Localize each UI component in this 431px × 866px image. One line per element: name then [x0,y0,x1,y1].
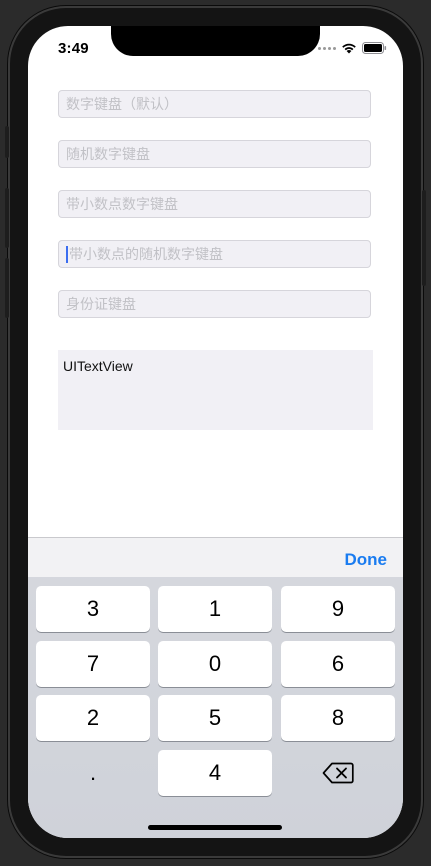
backspace-icon [322,762,354,784]
mute-switch [5,126,9,158]
key-9[interactable]: 9 [281,586,395,632]
key-6[interactable]: 6 [281,641,395,687]
volume-up-button [5,188,9,248]
field-placeholder: 随机数字键盘 [66,146,150,162]
key-7[interactable]: 7 [36,641,150,687]
status-time: 3:49 [58,40,89,57]
random-number-pad-field[interactable]: 随机数字键盘 [58,140,371,168]
field-placeholder: 身份证键盘 [66,296,136,312]
number-pad-default-field[interactable]: 数字键盘（默认） [58,90,371,118]
done-button[interactable]: Done [345,550,388,570]
decimal-pad-field[interactable]: 带小数点数字键盘 [58,190,371,218]
wifi-icon [342,43,356,54]
id-card-keyboard-field[interactable]: 身份证键盘 [58,290,371,318]
key-1[interactable]: 1 [158,586,272,632]
volume-down-button [5,258,9,318]
screen: 3:49 数字键盘（默认） 随机数字键盘 带小数点数字键盘 带小数点的随机数字键… [28,26,403,838]
field-placeholder: 带小数点数字键盘 [66,196,178,212]
field-placeholder: 数字键盘（默认） [66,96,178,112]
key-5[interactable]: 5 [158,695,272,741]
text-view-content: UITextView [63,358,133,374]
key-0[interactable]: 0 [158,641,272,687]
signal-dots-icon [318,46,336,50]
random-decimal-pad-field[interactable]: 带小数点的随机数字键盘 [58,240,371,268]
text-cursor [66,245,68,263]
key-decimal-point[interactable]: . [36,750,150,796]
status-icons [318,42,387,54]
key-3[interactable]: 3 [36,586,150,632]
notch [111,26,320,56]
text-view[interactable]: UITextView [58,350,373,430]
power-button [422,190,426,286]
key-2[interactable]: 2 [36,695,150,741]
delete-key[interactable] [281,750,395,796]
home-indicator[interactable] [148,825,282,830]
key-4[interactable]: 4 [158,750,272,796]
keyboard: Done 3 1 9 7 0 6 2 5 8 . 4 [28,537,403,838]
key-8[interactable]: 8 [281,695,395,741]
keyboard-toolbar: Done [28,537,403,577]
battery-icon [362,42,387,54]
field-placeholder: 带小数点的随机数字键盘 [69,246,223,262]
